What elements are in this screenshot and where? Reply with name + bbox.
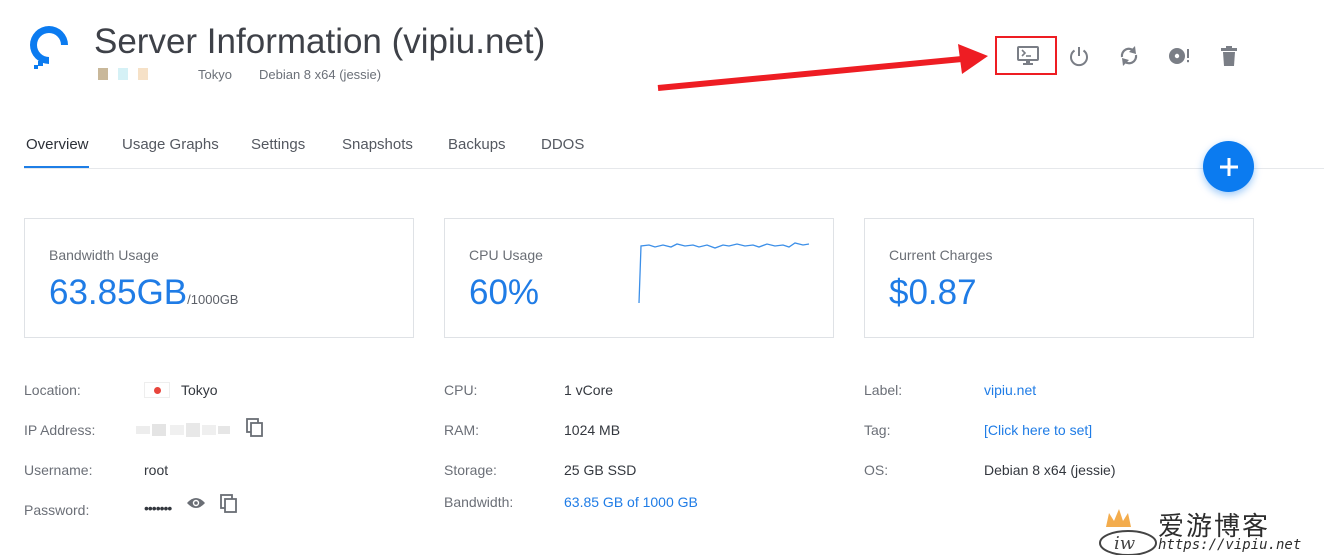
tag-label: Tag: [864, 422, 891, 438]
eye-icon [187, 498, 205, 508]
tab-backups[interactable]: Backups [448, 136, 506, 153]
refresh-icon [1120, 46, 1138, 66]
tab-usage-graphs[interactable]: Usage Graphs [122, 136, 219, 153]
password-label: Password: [24, 502, 90, 518]
bandwidth-usage-value: 63.85GB/1000GB [49, 273, 238, 313]
page-title: Server Information (vipiu.net) [94, 22, 546, 61]
storage-value: 25 GB SSD [564, 462, 637, 478]
ram-value: 1024 MB [564, 422, 621, 438]
cpu-value: 1 vCore [564, 382, 614, 398]
current-charges-label: Current Charges [889, 247, 993, 263]
tab-ddos[interactable]: DDOS [541, 136, 584, 153]
disc-icon [1169, 48, 1189, 64]
plus-icon [1219, 157, 1238, 176]
tab-snapshots[interactable]: Snapshots [342, 136, 413, 153]
japan-flag-icon [144, 382, 170, 398]
ram-label: RAM: [444, 422, 479, 438]
delete-button[interactable] [1217, 44, 1241, 68]
power-icon [1070, 47, 1088, 67]
bandwidth-usage-label: Bandwidth Usage [49, 247, 159, 263]
password-value: ••••••• [144, 500, 172, 516]
redacted-ip [136, 423, 230, 437]
bandwidth-total: /1000GB [187, 292, 239, 307]
copy-icon [246, 418, 263, 437]
cpu-usage-label: CPU Usage [469, 247, 543, 263]
os-value: Debian 8 x64 (jessie) [984, 462, 1116, 478]
copy-password-button[interactable] [220, 494, 238, 519]
storage-label: Storage: [444, 462, 497, 478]
cpu-label: CPU: [444, 382, 478, 398]
username-value: root [144, 462, 169, 478]
username-label: Username: [24, 462, 93, 478]
power-button[interactable] [1067, 44, 1091, 68]
tab-overview[interactable]: Overview [26, 136, 89, 153]
restart-button[interactable] [1117, 44, 1141, 68]
copy-icon [220, 494, 237, 513]
watermark-url: https://vipiu.net [1158, 537, 1302, 553]
monitor-console-icon [1017, 46, 1039, 65]
svg-text:iw: iw [1114, 533, 1136, 554]
active-tab-indicator [24, 166, 89, 168]
bandwidth-link[interactable]: 63.85 GB of 1000 GB [564, 494, 698, 510]
cpu-sparkline [638, 242, 810, 304]
os-label: OS: [864, 462, 889, 478]
ip-address-label: IP Address: [24, 422, 96, 438]
location-value: Tokyo [181, 382, 218, 398]
trash-icon [1221, 46, 1237, 66]
set-tag-link[interactable]: [Click here to set] [984, 422, 1092, 438]
redacted-block [98, 68, 108, 80]
bandwidth-label: Bandwidth: [444, 494, 514, 510]
bandwidth-used: 63.85GB [49, 273, 188, 312]
tab-settings[interactable]: Settings [251, 136, 305, 153]
label-label: Label: [864, 382, 903, 398]
redacted-block [118, 68, 128, 80]
console-button[interactable] [1016, 44, 1040, 68]
current-charges-card: Current Charges $0.87 [864, 218, 1254, 338]
tab-bar: Overview Usage Graphs Settings Snapshots… [0, 126, 1324, 169]
header-os: Debian 8 x64 (jessie) [259, 67, 382, 82]
server-label-link[interactable]: vipiu.net [984, 382, 1036, 398]
header-location: Tokyo [198, 67, 232, 82]
bandwidth-usage-card: Bandwidth Usage 63.85GB/1000GB [24, 218, 414, 338]
copy-ip-button[interactable] [246, 418, 264, 443]
location-label: Location: [24, 382, 81, 398]
iso-button[interactable] [1167, 44, 1191, 68]
redacted-block [138, 68, 148, 80]
cpu-usage-value: 60% [469, 273, 540, 312]
tab-divider [24, 168, 1324, 169]
current-charges-value: $0.87 [889, 273, 977, 312]
cpu-usage-card: CPU Usage 60% [444, 218, 834, 338]
digitalocean-logo-icon [30, 26, 68, 69]
add-button[interactable] [1203, 141, 1254, 192]
show-password-button[interactable] [186, 496, 206, 515]
